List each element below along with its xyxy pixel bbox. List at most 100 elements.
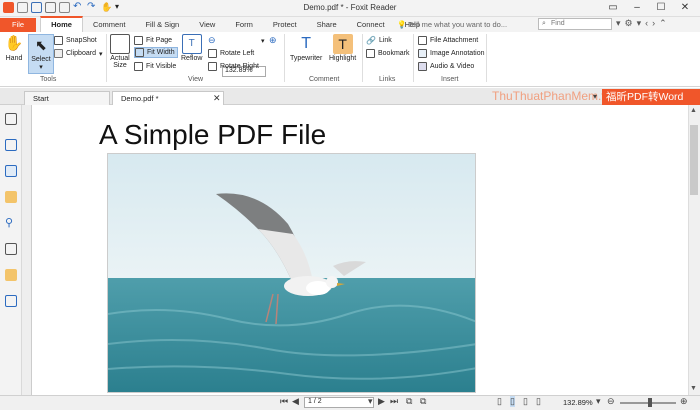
find-input[interactable]: Find bbox=[538, 18, 612, 30]
last-page-icon[interactable]: ⏭ bbox=[390, 396, 398, 407]
highlight-icon: T bbox=[332, 34, 353, 54]
first-page-icon[interactable]: ⏮ bbox=[280, 396, 288, 407]
dropdown-icon[interactable]: ▾ bbox=[637, 18, 642, 29]
bookmark-icon bbox=[366, 49, 375, 58]
continuous-facing-view-icon[interactable]: ▯ bbox=[536, 396, 541, 407]
seagull-image bbox=[108, 154, 475, 392]
fit-width-button[interactable]: Fit Width bbox=[134, 47, 178, 58]
link-icon: 🔗 bbox=[366, 36, 376, 45]
page-shadow bbox=[22, 105, 32, 396]
scrollbar-thumb[interactable] bbox=[690, 125, 698, 195]
window-title: Demo.pdf * - Foxit Reader bbox=[303, 3, 397, 12]
scroll-down-icon[interactable]: ▼ bbox=[690, 385, 697, 392]
maximize-button[interactable]: ☐ bbox=[650, 1, 672, 15]
links-group-label: Links bbox=[379, 76, 396, 83]
zoom-slider-thumb[interactable] bbox=[648, 398, 652, 407]
attachments-panel-icon[interactable]: ⚲ bbox=[5, 217, 17, 229]
left-sidebar: ⚲ bbox=[0, 105, 22, 410]
typewriter-icon: T bbox=[301, 35, 312, 52]
pages-panel-icon[interactable] bbox=[5, 139, 17, 151]
tab-fill-sign[interactable]: Fill & Sign bbox=[135, 18, 189, 32]
view-group-label: View bbox=[188, 76, 204, 83]
nav-right-icon[interactable]: › bbox=[652, 18, 655, 29]
tools-group-label: Tools bbox=[40, 76, 57, 83]
tab-demo-pdf[interactable]: Demo.pdf * bbox=[112, 91, 224, 105]
pdf-to-word-banner[interactable]: 福昕PDF转Word bbox=[602, 89, 700, 106]
highlight-button[interactable]: T Highlight bbox=[329, 34, 356, 62]
facing-view-icon[interactable]: ▯ bbox=[523, 396, 528, 407]
zoom-out-status-icon[interactable]: ⊖ bbox=[607, 396, 615, 407]
zoom-dropdown-icon[interactable]: ▾ bbox=[261, 35, 265, 46]
search-options-icon[interactable]: ▾ bbox=[616, 18, 621, 29]
bookmarks-panel-icon[interactable] bbox=[5, 113, 17, 125]
prev-page-icon[interactable]: ◀ bbox=[292, 396, 299, 407]
seagull-photo bbox=[107, 153, 476, 393]
tab-view[interactable]: View bbox=[189, 18, 225, 32]
file-attachment-button[interactable]: File Attachment bbox=[418, 35, 478, 46]
security-lock-icon[interactable] bbox=[5, 269, 17, 281]
zoom-out-button[interactable]: ⊖ bbox=[208, 35, 216, 46]
page-dropdown-icon[interactable]: ▾ bbox=[368, 396, 373, 407]
hand-button[interactable]: ✋ Hand bbox=[4, 34, 24, 62]
actual-size-button[interactable]: Actual Size bbox=[109, 34, 131, 69]
hand-icon: ✋ bbox=[4, 35, 24, 52]
tab-start[interactable]: Start bbox=[24, 91, 110, 105]
tell-me-search[interactable]: 💡 Tell me what you want to do... bbox=[397, 20, 507, 29]
divider bbox=[106, 34, 107, 82]
close-tab-icon[interactable]: ✕ bbox=[213, 93, 221, 104]
tab-protect[interactable]: Protect bbox=[263, 18, 307, 32]
tab-comment[interactable]: Comment bbox=[83, 18, 136, 32]
audio-video-button[interactable]: Audio & Video bbox=[418, 61, 474, 72]
next-page-icon[interactable]: ▶ bbox=[378, 396, 385, 407]
zoom-out-icon: ⊖ bbox=[208, 35, 216, 45]
divider bbox=[362, 34, 363, 82]
lightbulb-icon: 💡 bbox=[397, 20, 407, 29]
rotate-left-button[interactable]: Rotate Left bbox=[208, 48, 254, 59]
fit-page-icon bbox=[134, 36, 143, 45]
close-button[interactable]: ✕ bbox=[674, 1, 696, 15]
fit-visible-icon bbox=[134, 62, 143, 71]
tell-me-text: Tell me what you want to do... bbox=[408, 20, 508, 29]
layers-panel-icon[interactable] bbox=[5, 165, 17, 177]
scroll-up-icon[interactable]: ▲ bbox=[690, 107, 697, 114]
nav-left-icon[interactable]: ‹ bbox=[645, 18, 648, 29]
restore-ribbon-icon[interactable]: ▭ bbox=[602, 1, 624, 15]
comments-panel-icon[interactable] bbox=[5, 191, 17, 203]
select-button[interactable]: ⬉ Select ▾ bbox=[28, 34, 54, 74]
image-annotation-button[interactable]: Image Annotation bbox=[418, 48, 485, 59]
minimize-button[interactable]: – bbox=[626, 1, 648, 15]
zoom-fit-dropdown-icon[interactable]: ▾ bbox=[596, 396, 601, 407]
tab-form[interactable]: Form bbox=[225, 18, 263, 32]
tab-file[interactable]: File bbox=[0, 18, 37, 32]
fit-visible-button[interactable]: Fit Visible bbox=[134, 61, 176, 72]
reflow-button[interactable]: T Reflow bbox=[181, 34, 202, 62]
tab-list-dropdown-icon[interactable]: ▾ bbox=[593, 92, 597, 101]
attachment-icon bbox=[418, 36, 427, 45]
previous-view-icon[interactable]: ⧉ bbox=[406, 396, 412, 407]
bookmark-button[interactable]: Bookmark bbox=[366, 48, 410, 59]
rotate-right-button[interactable]: Rotate Right bbox=[208, 61, 259, 72]
single-page-view-icon[interactable]: ▯ bbox=[497, 396, 502, 407]
zoom-in-status-icon[interactable]: ⊕ bbox=[680, 396, 688, 407]
settings-icon[interactable]: ⚙ bbox=[625, 18, 633, 29]
link-button[interactable]: 🔗 Link bbox=[366, 35, 392, 46]
clipboard-button[interactable]: Clipboard ▾ bbox=[54, 48, 102, 59]
page-number-input[interactable]: 1 / 2 bbox=[304, 397, 374, 408]
cursor-icon: ⬉ bbox=[35, 37, 47, 53]
tab-share[interactable]: Share bbox=[307, 18, 347, 32]
rotate-right-icon bbox=[208, 62, 217, 71]
snapshot-button[interactable]: SnapShot bbox=[54, 35, 97, 46]
tab-home[interactable]: Home bbox=[40, 16, 83, 32]
tab-connect[interactable]: Connect bbox=[347, 18, 395, 32]
signatures-panel-icon[interactable] bbox=[5, 243, 17, 255]
tools-panel-icon[interactable] bbox=[5, 295, 17, 307]
divider bbox=[284, 34, 285, 82]
typewriter-button[interactable]: T Typewriter bbox=[290, 34, 322, 62]
fit-page-button[interactable]: Fit Page bbox=[134, 35, 172, 46]
next-view-icon[interactable]: ⧉ bbox=[420, 396, 426, 407]
collapse-ribbon-icon[interactable]: ⌃ bbox=[659, 18, 667, 29]
divider bbox=[413, 34, 414, 82]
actual-size-icon bbox=[110, 34, 130, 54]
zoom-in-button[interactable]: ⊕ bbox=[269, 35, 277, 46]
continuous-view-icon[interactable]: ▯ bbox=[510, 396, 515, 407]
